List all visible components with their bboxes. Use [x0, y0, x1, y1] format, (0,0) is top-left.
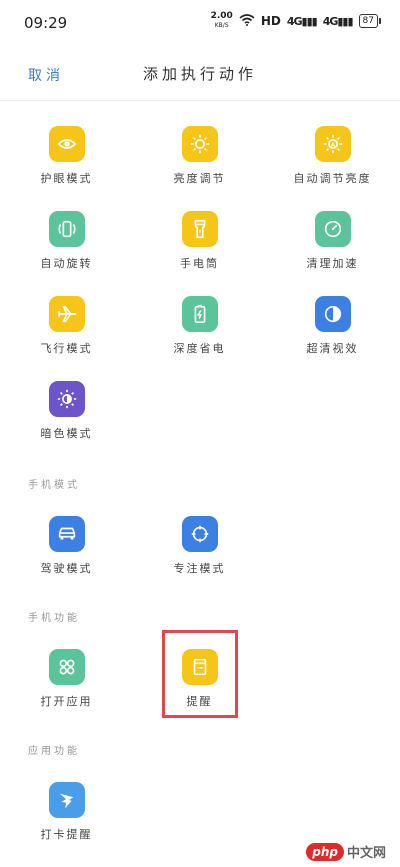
dark-mode-icon	[48, 381, 85, 417]
tile-label: 暗色模式	[40, 427, 93, 440]
signal-label-2: 4G	[322, 14, 339, 28]
status-time: 09:29	[24, 14, 68, 32]
tile-punch-reminder[interactable]: 打卡提醒	[0, 782, 133, 866]
section-label-phone-mode: 手机模式	[28, 480, 80, 491]
tile-brightness[interactable]: 亮度调节	[133, 126, 266, 210]
battery-charge-icon	[181, 296, 218, 332]
tile-label: 专注模式	[173, 562, 226, 575]
status-bar: 09:29 2.00 KB/S HD 4G▮▮▮ 4G▮▮▮ 87	[0, 0, 400, 44]
tile-label: 打开应用	[40, 695, 93, 708]
signal-icon-1: 4G▮▮▮	[286, 14, 318, 28]
hd-badge: HD	[260, 14, 281, 28]
highlight-box	[162, 630, 238, 718]
tile-label: 手电筒	[180, 257, 219, 270]
wifi-icon	[239, 13, 255, 29]
watermark-logo: php	[306, 842, 344, 861]
tile-eye-care[interactable]: 护眼模式	[0, 126, 133, 210]
section-label-phone-function: 手机功能	[28, 613, 80, 624]
tile-driving-mode[interactable]: 驾驶模式	[0, 516, 133, 600]
tile-auto-rotate[interactable]: 自动旋转	[0, 211, 133, 295]
tile-label: 深度省电	[173, 342, 226, 355]
tile-label: 亮度调节	[173, 172, 226, 185]
tile-open-app[interactable]: 打开应用	[0, 649, 133, 733]
tile-label: 飞行模式	[40, 342, 93, 355]
network-speed-value: 2.00	[210, 11, 233, 21]
speedometer-icon	[314, 211, 351, 247]
tile-label: 清理加速	[306, 257, 359, 270]
car-icon	[48, 516, 85, 552]
airplane-icon	[48, 296, 85, 332]
sun-icon	[181, 126, 218, 162]
ding-bird-icon	[48, 782, 85, 818]
rotate-icon	[48, 211, 85, 247]
svg-text:A: A	[330, 142, 335, 148]
tile-label: 护眼模式	[40, 172, 93, 185]
nav-bar: 取消 添加执行动作	[0, 48, 400, 101]
watermark: php 中文网	[306, 842, 386, 861]
page-title: 添加执行动作	[142, 65, 257, 83]
status-icons: 2.00 KB/S HD 4G▮▮▮ 4G▮▮▮ 87	[211, 12, 382, 30]
tile-focus-mode[interactable]: 专注模式	[133, 516, 266, 600]
tile-flashlight[interactable]: 手电筒	[133, 211, 266, 295]
section-label-app-function: 应用功能	[28, 746, 80, 757]
network-speed-unit: KB/S	[214, 22, 229, 29]
tile-label: 打卡提醒	[40, 828, 93, 841]
tile-label: 自动调节亮度	[293, 172, 372, 185]
focus-target-icon	[181, 516, 218, 552]
battery-icon: 87	[358, 14, 382, 28]
tile-label: 超清视效	[306, 342, 359, 355]
watermark-text: 中文网	[346, 846, 386, 861]
eye-icon	[48, 126, 85, 162]
network-speed: 2.00 KB/S	[211, 12, 233, 30]
tile-airplane[interactable]: 飞行模式	[0, 296, 133, 380]
signal-icon-2: 4G▮▮▮	[322, 14, 354, 28]
tile-super-vision[interactable]: 超清视效	[266, 296, 399, 380]
tile-deep-charge[interactable]: 深度省电	[133, 296, 266, 380]
signal-label-1: 4G	[286, 14, 303, 28]
auto-brightness-icon: A	[314, 126, 351, 162]
contrast-icon	[314, 296, 351, 332]
tile-label: 驾驶模式	[40, 562, 93, 575]
tile-clean-boost[interactable]: 清理加速	[266, 211, 399, 295]
tile-auto-brightness[interactable]: A 自动调节亮度	[266, 126, 399, 210]
app-grid-icon	[48, 649, 85, 685]
flashlight-icon	[181, 211, 218, 247]
tile-dark-mode[interactable]: 暗色模式	[0, 381, 133, 465]
tile-label: 自动旋转	[40, 257, 93, 270]
